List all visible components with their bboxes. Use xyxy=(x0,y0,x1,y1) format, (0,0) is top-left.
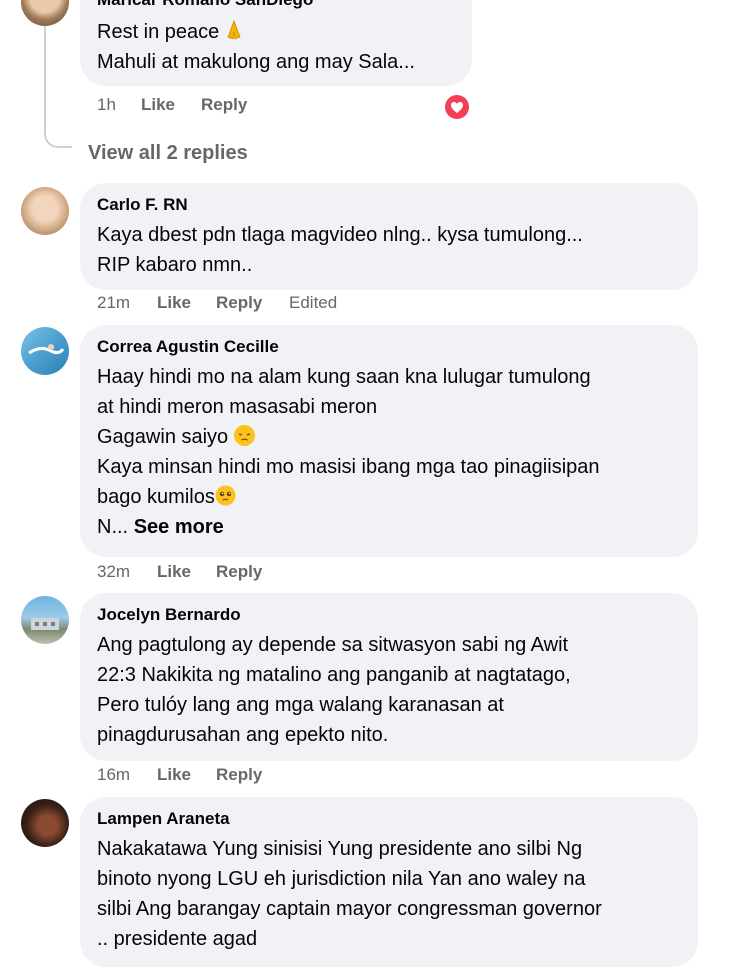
comment-line: N... See more xyxy=(97,516,224,538)
comment-line: Gagawin saiyo xyxy=(97,422,680,452)
comment-author[interactable]: Maricar Romano SanDiego xyxy=(97,0,454,11)
comment-line: RIP kabaro nmn.. xyxy=(97,254,253,276)
comment-line: Ang pagtulong ay depende sa sitwasyon sa… xyxy=(97,634,569,656)
reply-button[interactable]: Reply xyxy=(216,765,262,785)
comment-line: at hindi meron masasabi meron xyxy=(97,396,378,418)
comment-line: Pero tulóy lang ang mga walang karanasan… xyxy=(97,694,504,716)
reply-button[interactable]: Reply xyxy=(216,562,262,582)
comment-line: Nakakatawa Yung sinisisi Yung presidente… xyxy=(97,838,583,860)
avatar[interactable] xyxy=(21,187,69,235)
reply-button[interactable]: Reply xyxy=(201,95,247,115)
pleading-face-icon xyxy=(215,485,236,506)
comment-line: pinagdurusahan ang epekto nito. xyxy=(97,724,389,746)
reply-button[interactable]: Reply xyxy=(216,293,262,313)
comment-line: Haay hindi mo na alam kung saan kna lulu… xyxy=(97,366,591,388)
comment-bubble: Jocelyn Bernardo Ang pagtulong ay depend… xyxy=(80,593,698,761)
comment-time[interactable]: 16m xyxy=(97,765,130,785)
like-button[interactable]: Like xyxy=(157,562,191,582)
avatar[interactable] xyxy=(21,327,69,375)
comment-meta: 32m Like Reply xyxy=(97,562,397,584)
comment-line: binoto nyong LGU eh jurisdiction nila Ya… xyxy=(97,868,586,890)
like-button[interactable]: Like xyxy=(141,95,175,115)
comment-author[interactable]: Jocelyn Bernardo xyxy=(97,604,680,626)
reply-bubble: Maricar Romano SanDiego Rest in peace Ma… xyxy=(80,0,472,86)
comment-line: 22:3 Nakikita ng matalino ang panganib a… xyxy=(97,664,571,686)
avatar[interactable] xyxy=(21,799,69,847)
like-button[interactable]: Like xyxy=(157,765,191,785)
comment-line: Mahuli at makulong ang may Sala... xyxy=(97,51,415,73)
edited-label: Edited xyxy=(289,293,338,312)
comment-meta: 16m Like Reply xyxy=(97,765,397,787)
comment-bubble: Correa Agustin Cecille Haay hindi mo na … xyxy=(80,325,698,557)
heart-reaction-icon[interactable] xyxy=(443,93,471,121)
comment-bubble: Carlo F. RN Kaya dbest pdn tlaga magvide… xyxy=(80,183,698,290)
comment-meta: 1h Like Reply xyxy=(97,95,397,117)
see-more-link[interactable]: See more xyxy=(134,516,224,538)
like-button[interactable]: Like xyxy=(157,293,191,313)
comment-author[interactable]: Carlo F. RN xyxy=(97,194,680,216)
comment-line: silbi Ang barangay captain mayor congres… xyxy=(97,898,602,920)
comment-line: .. presidente agad xyxy=(97,928,258,950)
pensive-face-icon xyxy=(233,425,255,446)
comment-line: Kaya dbest pdn tlaga magvideo nlng.. kys… xyxy=(97,224,583,246)
avatar[interactable] xyxy=(21,596,69,644)
comment-line: Kaya minsan hindi mo masisi ibang mga ta… xyxy=(97,456,600,478)
comment-author[interactable]: Lampen Araneta xyxy=(97,808,680,830)
comment-line: Rest in peace xyxy=(97,17,454,47)
comment-line: bago kumilos xyxy=(97,482,680,512)
view-replies-link[interactable]: View all 2 replies xyxy=(88,140,248,166)
folded-hands-icon xyxy=(225,19,243,40)
comment-time[interactable]: 21m xyxy=(97,293,130,313)
comment-time[interactable]: 1h xyxy=(97,95,116,115)
comment-meta: 21m Like Reply Edited xyxy=(97,293,497,315)
comment-author[interactable]: Correa Agustin Cecille xyxy=(97,336,680,358)
comment-bubble: Lampen Araneta Nakakatawa Yung sinisisi … xyxy=(80,797,698,967)
comment-time[interactable]: 32m xyxy=(97,562,130,582)
